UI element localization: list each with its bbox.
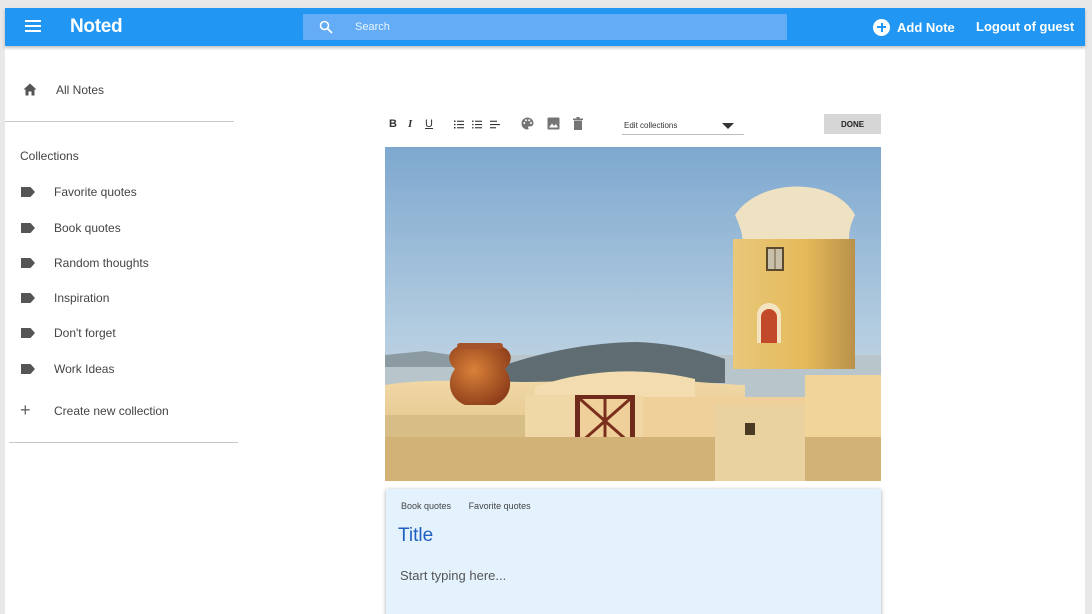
sidebar-item-label: Favorite quotes — [54, 185, 137, 199]
add-circle-icon — [873, 18, 890, 36]
note-editor: B I U Edit collections DONE — [385, 114, 881, 136]
caret-down-icon — [722, 123, 734, 129]
sidebar-divider — [9, 442, 238, 443]
numbered-list-icon[interactable] — [454, 120, 464, 129]
bulleted-list-icon[interactable] — [472, 120, 482, 129]
add-note-button[interactable]: Add Note — [873, 18, 955, 36]
note-body-input[interactable]: Start typing here... — [400, 568, 860, 583]
note-tag[interactable]: Book quotes — [401, 501, 451, 511]
sidebar-item-favorite-quotes[interactable]: Favorite quotes — [5, 180, 235, 204]
search-icon[interactable] — [319, 20, 333, 34]
app-title: Noted — [70, 16, 123, 37]
app-bar: Noted Add Note Logout of guest — [5, 8, 1085, 46]
create-collection-label: Create new collection — [54, 404, 169, 418]
image-icon[interactable] — [547, 117, 560, 130]
logout-button[interactable]: Logout of guest — [976, 19, 1074, 34]
label-icon — [21, 258, 35, 268]
sidebar-item-label: Inspiration — [54, 291, 110, 305]
underline-button[interactable]: U — [425, 118, 433, 130]
sidebar-item-label: Work Ideas — [54, 362, 115, 376]
santorini-photo — [385, 147, 881, 481]
sidebar-item-label: All Notes — [56, 83, 105, 97]
italic-button[interactable]: I — [408, 118, 412, 130]
collections-heading: Collections — [20, 149, 79, 163]
search-input[interactable] — [355, 14, 775, 40]
sidebar-item-label: Random thoughts — [54, 256, 149, 270]
note-image — [385, 147, 881, 481]
search-bar[interactable] — [303, 14, 787, 40]
done-button[interactable]: DONE — [824, 114, 881, 134]
note-tags: Book quotes Favorite quotes — [401, 501, 546, 511]
sidebar-item-label: Don't forget — [54, 326, 116, 340]
note-title-input[interactable] — [398, 525, 858, 547]
sidebar-item-random-thoughts[interactable]: Random thoughts — [5, 251, 235, 275]
note-card: Book quotes Favorite quotes Start typing… — [386, 489, 881, 614]
trash-icon[interactable] — [573, 117, 583, 130]
sidebar-item-work-ideas[interactable]: Work Ideas — [5, 357, 235, 381]
menu-icon[interactable] — [25, 20, 41, 34]
sidebar-item-all-notes[interactable]: All Notes — [5, 76, 235, 104]
palette-icon[interactable] — [521, 117, 534, 130]
sidebar-item-label: Book quotes — [54, 221, 121, 235]
sidebar-item-dont-forget[interactable]: Don't forget — [5, 321, 235, 345]
formatting-toolbar: B I U Edit collections DONE — [385, 114, 881, 136]
edit-collections-dropdown[interactable]: Edit collections — [622, 116, 744, 135]
label-icon — [21, 364, 35, 374]
label-icon — [21, 223, 35, 233]
add-note-label: Add Note — [897, 19, 955, 35]
align-left-icon[interactable] — [490, 120, 500, 129]
create-collection-button[interactable]: + Create new collection — [5, 399, 235, 423]
main-page: All Notes Collections Favorite quotes Bo… — [5, 46, 1085, 614]
sidebar-item-book-quotes[interactable]: Book quotes — [5, 216, 235, 240]
label-icon — [21, 187, 35, 197]
sidebar-item-inspiration[interactable]: Inspiration — [5, 286, 235, 310]
sidebar-divider — [5, 121, 234, 122]
bold-button[interactable]: B — [389, 118, 397, 130]
edit-collections-label: Edit collections — [624, 121, 678, 130]
label-icon — [21, 328, 35, 338]
home-icon — [23, 83, 37, 96]
label-icon — [21, 293, 35, 303]
sidebar: All Notes Collections Favorite quotes Bo… — [5, 46, 245, 614]
plus-icon: + — [20, 400, 31, 420]
note-tag[interactable]: Favorite quotes — [469, 501, 531, 511]
